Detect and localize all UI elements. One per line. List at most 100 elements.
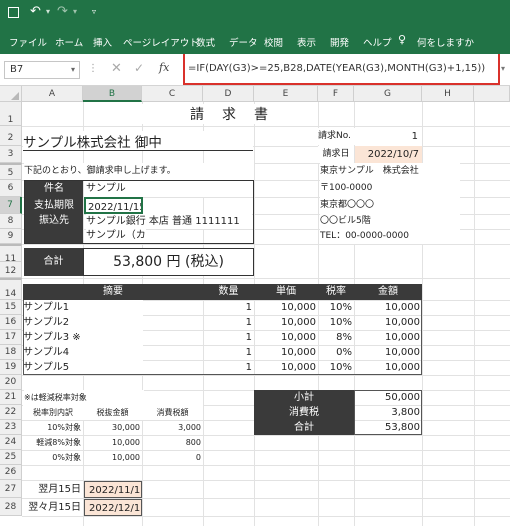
summary-label-tax[interactable]: 消費税 xyxy=(254,405,354,420)
intro-text[interactable]: 下記のとおり、御請求申し上げます。 xyxy=(24,163,254,180)
tax-row-tax[interactable]: 0 xyxy=(142,450,201,465)
tax-header-base[interactable]: 税抜金額 xyxy=(83,405,142,420)
column-header-d[interactable]: D xyxy=(203,86,254,102)
row-header[interactable]: 22 xyxy=(0,405,22,420)
summary-label-total[interactable]: 合計 xyxy=(254,420,354,435)
items-header-price[interactable]: 単価 xyxy=(254,284,318,300)
tab-help[interactable]: ヘルプ xyxy=(363,35,392,49)
info-label-bank[interactable]: 振込先 xyxy=(25,214,83,243)
row-header[interactable]: 23 xyxy=(0,420,22,435)
tab-view[interactable]: 表示 xyxy=(297,35,316,49)
tell-me-search[interactable]: 何をしますか xyxy=(417,35,474,49)
row-header[interactable]: 5 xyxy=(0,163,22,180)
due-label[interactable]: 翌々月15日 xyxy=(23,499,81,516)
tab-file[interactable]: ファイル xyxy=(9,35,47,49)
chevron-down-icon[interactable]: ▾ xyxy=(71,62,75,78)
tax-header-tax[interactable]: 消費税額 xyxy=(142,405,203,420)
row-header[interactable]: 15 xyxy=(0,300,22,315)
tab-formulas[interactable]: 数式 xyxy=(196,35,215,49)
column-header-e[interactable]: E xyxy=(254,86,318,102)
row-header[interactable]: 16 xyxy=(0,315,22,330)
tab-home[interactable]: ホーム xyxy=(55,35,83,49)
invoice-no-value[interactable]: 1 xyxy=(354,128,422,145)
invoice-date-value[interactable]: 2022/10/7 xyxy=(355,146,422,163)
column-header-a[interactable]: A xyxy=(22,86,83,102)
row-header[interactable]: 17 xyxy=(0,330,22,345)
column-header-c[interactable]: C xyxy=(142,86,203,102)
tax-row-label[interactable]: 10%対象 xyxy=(23,420,81,435)
undo-dropdown-icon[interactable]: ▾ xyxy=(46,7,50,16)
row-header[interactable]: 21 xyxy=(0,390,22,405)
tab-developer[interactable]: 開発 xyxy=(330,35,349,49)
info-label-due[interactable]: 支払期限 xyxy=(25,197,83,214)
expand-formula-icon[interactable]: ▾ xyxy=(501,64,505,73)
column-header-blank[interactable] xyxy=(474,86,510,102)
row-header[interactable]: 12 xyxy=(0,262,22,278)
info-label-subject[interactable]: 件名 xyxy=(25,181,83,197)
column-header-h[interactable]: H xyxy=(422,86,474,102)
client-name[interactable]: サンプル株式会社 御中 xyxy=(23,131,253,151)
formula-input[interactable]: =IF(DAY(G3)>=25,B28,DATE(YEAR(G3),MONTH(… xyxy=(183,54,500,85)
tab-insert[interactable]: 挿入 xyxy=(93,35,112,49)
row-header[interactable]: 24 xyxy=(0,435,22,450)
info-bank-value[interactable]: サンプル銀行 本店 普通 1111111 xyxy=(86,214,252,229)
row-header[interactable]: 19 xyxy=(0,360,22,375)
row-header[interactable]: 25 xyxy=(0,450,22,465)
total-value[interactable]: 53,800 円 (税込) xyxy=(83,248,254,276)
select-all-corner[interactable] xyxy=(0,86,22,102)
info-account-name[interactable]: サンプル（カ xyxy=(86,229,146,243)
issuer-building[interactable]: 〇〇ビル5階 xyxy=(320,214,460,229)
row-header[interactable]: 3 xyxy=(0,146,22,163)
more-options-icon[interactable]: ⋮ xyxy=(88,63,98,74)
due-value[interactable]: 2022/12/15 xyxy=(84,499,142,516)
items-header-rate[interactable]: 税率 xyxy=(318,284,354,300)
issuer-postal[interactable]: 〒100-0000 xyxy=(320,180,460,197)
save-icon[interactable] xyxy=(8,7,19,18)
insert-function-icon[interactable]: fx xyxy=(159,61,169,74)
issuer-address[interactable]: 東京都〇〇〇 xyxy=(320,197,460,214)
row-header[interactable]: 20 xyxy=(0,375,22,390)
tab-page-layout[interactable]: ページレイアウト xyxy=(123,35,199,49)
tax-row-base[interactable]: 10,000 xyxy=(83,450,140,465)
row-header[interactable]: 26 xyxy=(0,465,22,480)
due-label[interactable]: 翌月15日 xyxy=(23,481,81,498)
selected-cell-b7[interactable]: 2022/11/15 xyxy=(84,197,143,214)
undo-icon[interactable]: ↶ xyxy=(30,4,41,19)
row-header[interactable]: 27 xyxy=(0,480,22,498)
tax-header-label[interactable]: 税率別内訳 xyxy=(23,405,83,420)
row-header[interactable]: 11 xyxy=(0,244,22,264)
items-header-amount[interactable]: 金額 xyxy=(354,284,422,300)
row-header[interactable]: 8 xyxy=(0,214,22,229)
tax-row-tax[interactable]: 800 xyxy=(142,435,201,450)
invoice-date-label[interactable]: 請求日 xyxy=(318,146,354,163)
row-header[interactable]: 28 xyxy=(0,498,22,516)
row-header[interactable]: 2 xyxy=(0,126,22,146)
issuer-company[interactable]: 東京サンプル 株式会社 xyxy=(320,163,460,180)
invoice-title[interactable]: 請 求 書 xyxy=(142,104,318,124)
row-header[interactable]: 7 xyxy=(0,197,22,214)
tax-row-base[interactable]: 30,000 xyxy=(83,420,140,435)
row-header[interactable]: 6 xyxy=(0,180,22,197)
issuer-phone[interactable]: TEL：00-0000-0000 xyxy=(320,229,460,244)
enter-icon[interactable]: ✓ xyxy=(134,61,144,75)
redo-dropdown-icon[interactable]: ▾ xyxy=(73,7,77,16)
due-value[interactable]: 2022/11/15 xyxy=(84,481,142,498)
row-header[interactable]: 1 xyxy=(0,102,22,126)
tax-row-tax[interactable]: 3,000 xyxy=(142,420,201,435)
tab-review[interactable]: 校閲 xyxy=(264,35,283,49)
name-box[interactable]: B7 ▾ xyxy=(4,61,80,79)
total-label[interactable]: 合計 xyxy=(24,248,83,276)
summary-label-subtotal[interactable]: 小計 xyxy=(254,390,354,405)
info-subject-value[interactable]: サンプル xyxy=(86,181,236,197)
row-header[interactable]: 18 xyxy=(0,345,22,360)
redo-icon[interactable]: ↷ xyxy=(57,4,68,19)
row-header[interactable]: 9 xyxy=(0,229,22,244)
column-header-f[interactable]: F xyxy=(318,86,354,102)
tab-data[interactable]: データ xyxy=(229,35,258,49)
tax-row-base[interactable]: 10,000 xyxy=(83,435,140,450)
column-header-b[interactable]: B xyxy=(83,86,142,102)
items-header-qty[interactable]: 数量 xyxy=(203,284,254,300)
tax-row-label[interactable]: 軽減8%対象 xyxy=(23,435,81,450)
column-header-g[interactable]: G xyxy=(354,86,422,102)
row-header[interactable]: 14 xyxy=(0,278,22,300)
